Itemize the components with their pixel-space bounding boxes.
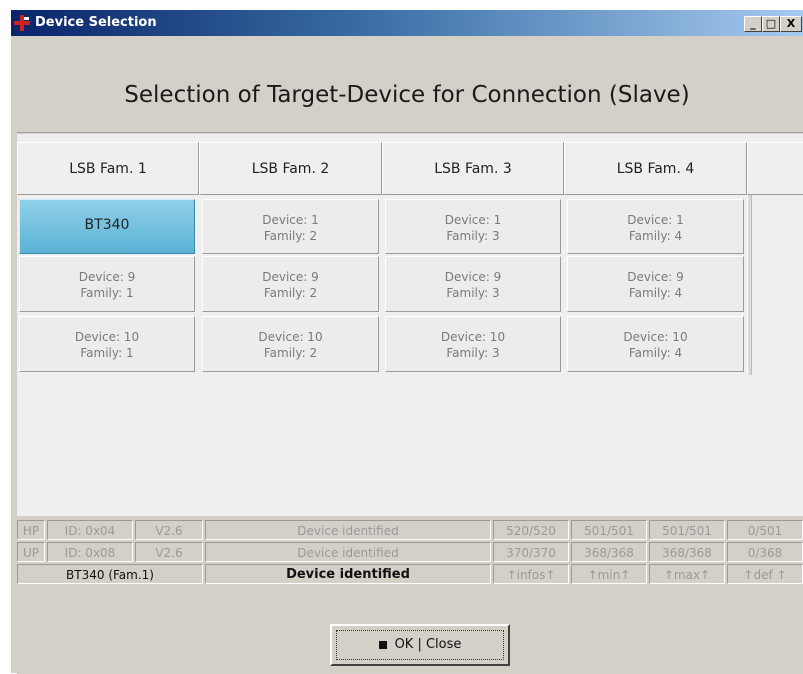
family-line: Family: 1	[80, 286, 134, 300]
status-panel: HP ID: 0x04 V2.6 Device identified 520/5…	[17, 520, 803, 600]
device-10-family-2[interactable]: Device: 10 Family: 2	[202, 316, 379, 372]
focus-rect	[336, 630, 504, 660]
device-1-family-3[interactable]: Device: 1 Family: 3	[385, 199, 561, 254]
tab-lsb-fam-2[interactable]: LSB Fam. 2	[199, 142, 382, 195]
device-10-family-1[interactable]: Device: 10 Family: 1	[19, 316, 195, 372]
up-label: UP	[17, 542, 45, 562]
family-line: Family: 4	[628, 286, 683, 300]
hp-def: 0/501	[727, 520, 803, 540]
family-line: Family: 2	[263, 229, 318, 243]
device-line: Device: 1	[262, 213, 319, 227]
close-button[interactable]: X	[780, 16, 802, 32]
infos-header[interactable]: ↑infos↑	[493, 564, 569, 584]
def-header[interactable]: ↑def ↑	[727, 564, 803, 584]
device-9-family-3[interactable]: Device: 9 Family: 3	[385, 256, 561, 312]
hp-id: ID: 0x04	[47, 520, 133, 540]
device-1-family-4[interactable]: Device: 1 Family: 4	[567, 199, 744, 254]
family-line: Family: 4	[628, 229, 683, 243]
family-line: Family: 3	[446, 346, 500, 360]
device-selection-window: Device Selection _ □ X Selection of Targ…	[10, 9, 803, 674]
device-line: Device: 10	[623, 330, 688, 344]
column-divider	[747, 195, 752, 375]
device-9-family-1[interactable]: Device: 9 Family: 1	[19, 256, 195, 312]
tab-empty	[747, 142, 803, 195]
family-line: Family: 3	[446, 229, 500, 243]
device-line: Device: 10	[74, 330, 140, 344]
family-line: Family: 2	[263, 286, 318, 300]
device-line: Device: 1	[444, 213, 502, 227]
family-line: Family: 4	[628, 346, 683, 360]
up-status: Device identified	[205, 542, 491, 562]
maximize-button[interactable]: □	[762, 16, 780, 32]
min-header[interactable]: ↑min↑	[571, 564, 647, 584]
tab-lsb-fam-1[interactable]: LSB Fam. 1	[17, 142, 199, 195]
device-9-family-4[interactable]: Device: 9 Family: 4	[567, 256, 744, 312]
device-line: Device: 9	[78, 270, 136, 284]
hp-version: V2.6	[135, 520, 203, 540]
device-10-family-4[interactable]: Device: 10 Family: 4	[567, 316, 744, 372]
family-line: Family: 1	[80, 346, 134, 360]
device-line: Device: 10	[440, 330, 506, 344]
up-min: 368/368	[571, 542, 647, 562]
family-line: Family: 3	[446, 286, 500, 300]
hp-label: HP	[17, 520, 45, 540]
device-10-family-3[interactable]: Device: 10 Family: 3	[385, 316, 561, 372]
window-title: Device Selection	[35, 15, 157, 30]
device-grid: LSB Fam. 1 LSB Fam. 2 LSB Fam. 3 LSB Fam…	[17, 134, 803, 516]
hp-max: 501/501	[649, 520, 725, 540]
button-bar: OK | Close	[17, 602, 803, 674]
device-line: Device: 10	[258, 330, 323, 344]
device-line: Device: 9	[627, 270, 684, 284]
up-max: 368/368	[649, 542, 725, 562]
device-bt340[interactable]: BT340	[19, 199, 195, 254]
device-line: Device: 1	[627, 213, 684, 227]
tab-lsb-fam-4[interactable]: LSB Fam. 4	[564, 142, 747, 195]
up-version: V2.6	[135, 542, 203, 562]
main-status: Device identified	[205, 564, 491, 584]
hp-infos: 520/520	[493, 520, 569, 540]
hp-min: 501/501	[571, 520, 647, 540]
max-header[interactable]: ↑max↑	[649, 564, 725, 584]
up-def: 0/368	[727, 542, 803, 562]
up-id: ID: 0x08	[47, 542, 133, 562]
app-icon	[14, 15, 30, 31]
device-9-family-2[interactable]: Device: 9 Family: 2	[202, 256, 379, 312]
device-1-family-2[interactable]: Device: 1 Family: 2	[202, 199, 379, 254]
family-line: Family: 2	[263, 346, 318, 360]
minimize-button[interactable]: _	[744, 16, 762, 32]
up-infos: 370/370	[493, 542, 569, 562]
title-bar[interactable]: Device Selection _ □ X	[11, 10, 803, 36]
tab-lsb-fam-3[interactable]: LSB Fam. 3	[382, 142, 564, 195]
ok-close-button[interactable]: OK | Close	[330, 624, 510, 666]
device-line: Device: 9	[444, 270, 502, 284]
hp-status: Device identified	[205, 520, 491, 540]
page-title: Selection of Target-Device for Connectio…	[124, 82, 690, 108]
heading-panel: Selection of Target-Device for Connectio…	[17, 40, 803, 133]
device-line: Device: 9	[262, 270, 319, 284]
selected-device-label: BT340 (Fam.1)	[17, 564, 203, 584]
